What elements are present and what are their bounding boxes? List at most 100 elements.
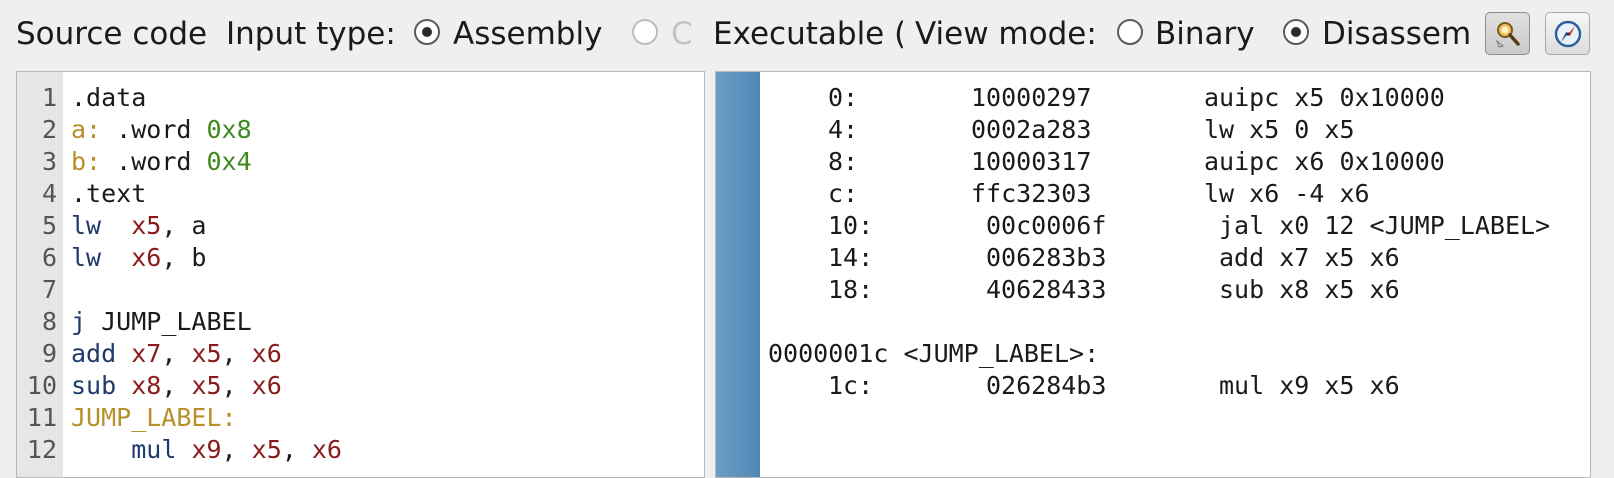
executable-label[interactable]: Executable ( <box>713 14 903 54</box>
code-token: JUMP_LABEL: <box>71 403 237 432</box>
code-token: x9 <box>191 435 222 464</box>
view-mode-label: View mode: <box>915 16 1097 52</box>
code-line-text: sub x8, x5, x6 <box>71 370 282 402</box>
machine-code: 0002a283 <box>971 115 1092 144</box>
toolbar: Source code Input type: Assembly C Execu… <box>0 0 1614 70</box>
address: 0: <box>828 83 859 112</box>
machine-code: 10000297 <box>971 83 1092 112</box>
code-line[interactable]: 7 <box>17 274 704 306</box>
code-token: , <box>161 339 192 368</box>
code-token: a: <box>71 115 102 144</box>
code-token: .word <box>101 115 207 144</box>
disassembly-radio-label[interactable]: Disassembly <box>1322 14 1474 54</box>
address: 4: <box>828 115 859 144</box>
code-line[interactable]: 6 lw x6, b <box>17 242 704 274</box>
code-token: , <box>281 435 312 464</box>
disassembly-row: 10: 00c0006f jal x0 12 <JUMP_LABEL> <box>768 210 1590 242</box>
disassembly-row: 8: 10000317 auipc x6 0x10000 <box>768 146 1590 178</box>
code-token: 0x8 <box>206 115 252 144</box>
address: 14: <box>828 243 874 272</box>
disassembly-spacer <box>768 306 1590 338</box>
line-number: 7 <box>41 275 57 304</box>
line-number: 6 <box>41 243 57 272</box>
code-token: x6 <box>251 371 282 400</box>
code-token: sub <box>71 371 117 400</box>
line-number: 8 <box>41 307 57 336</box>
code-line[interactable]: 3 b: .word 0x4 <box>17 146 704 178</box>
code-line[interactable]: 8 j JUMP_LABEL <box>17 306 704 338</box>
line-number: 4 <box>41 179 57 208</box>
line-number: 2 <box>41 115 57 144</box>
disassembly-listing: 0: 10000297 auipc x5 0x10000 4: 0002a283 lw x… <box>768 82 1590 402</box>
machine-code: 026284b3 <box>986 371 1107 400</box>
code-line[interactable]: 2 a: .word 0x8 <box>17 114 704 146</box>
machine-code: 00c0006f <box>986 211 1107 240</box>
source-code[interactable]: 1 .data 2 a: .word 0x8 3 b: .word 0x4 4 .text 5 l… <box>17 82 704 466</box>
address: 8: <box>828 147 859 176</box>
instruction: lw x5 0 x5 <box>1204 115 1355 144</box>
code-line-text: .text <box>71 178 146 210</box>
inspect-button[interactable] <box>1485 12 1530 55</box>
compass-icon <box>1554 20 1581 47</box>
code-token: , a <box>161 211 207 240</box>
instruction: mul x9 x5 x6 <box>1219 371 1400 400</box>
line-number: 5 <box>41 211 57 240</box>
binary-radio-label[interactable]: Binary <box>1155 14 1255 54</box>
code-token: x6 <box>131 243 162 272</box>
code-line-text: lw x6, b <box>71 242 206 274</box>
machine-code: 40628433 <box>986 275 1107 304</box>
assembly-radio-label[interactable]: Assembly <box>453 14 602 54</box>
machine-code: 006283b3 <box>986 243 1107 272</box>
code-line[interactable]: 9 add x7, x5, x6 <box>17 338 704 370</box>
disassembly-row: 0: 10000297 auipc x5 0x10000 <box>768 82 1590 114</box>
code-token: .word <box>101 147 207 176</box>
assembly-radio[interactable] <box>414 19 440 45</box>
code-token: j <box>71 307 87 336</box>
code-token: b: <box>71 147 102 176</box>
instruction: auipc x5 0x10000 <box>1204 83 1445 112</box>
code-line[interactable]: 4 .text <box>17 178 704 210</box>
address: c: <box>828 179 859 208</box>
code-token: mul <box>131 435 177 464</box>
line-number: 9 <box>41 339 57 368</box>
code-token: , <box>221 435 252 464</box>
code-line[interactable]: 10 sub x8, x5, x6 <box>17 370 704 402</box>
disassembly-label: 0000001c <JUMP_LABEL>: <box>768 338 1590 370</box>
c-radio-label: C <box>671 16 691 52</box>
line-number: 1 <box>41 83 57 112</box>
code-line[interactable]: 5 lw x5, a <box>17 210 704 242</box>
disassembly-view[interactable]: 0: 10000297 auipc x5 0x10000 4: 0002a283 lw x… <box>715 71 1591 478</box>
symbol-label: 0000001c <JUMP_LABEL>: <box>768 339 1100 368</box>
line-number: 3 <box>41 147 57 176</box>
code-token: x6 <box>251 339 282 368</box>
input-type-label: Input type: <box>226 16 396 52</box>
code-token: x5 <box>191 339 222 368</box>
code-token: x5 <box>251 435 282 464</box>
code-line-text: b: .word 0x4 <box>71 146 252 178</box>
code-token: lw <box>71 211 102 240</box>
disassembly-row: 1c: 026284b3 mul x9 x5 x6 <box>768 370 1590 402</box>
line-number: 11 <box>26 403 57 432</box>
compass-button[interactable] <box>1545 12 1590 55</box>
code-line[interactable]: 11 JUMP_LABEL: <box>17 402 704 434</box>
code-line[interactable]: 1 .data <box>17 82 704 114</box>
address: 10: <box>828 211 874 240</box>
code-line[interactable]: 12 mul x9, x5, x6 <box>17 434 704 466</box>
code-token: add <box>71 339 117 368</box>
binary-radio[interactable] <box>1117 19 1143 45</box>
code-line-text: .data <box>71 82 146 114</box>
address: 1c: <box>828 371 874 400</box>
source-editor[interactable]: 1 .data 2 a: .word 0x8 3 b: .word 0x4 4 .text 5 l… <box>16 71 705 478</box>
code-line-text: mul x9, x5, x6 <box>71 434 342 466</box>
code-line-text: j JUMP_LABEL <box>71 306 252 338</box>
source-code-label: Source code <box>16 16 208 52</box>
code-token: x5 <box>191 371 222 400</box>
inspect-icon <box>1495 21 1520 48</box>
code-token: lw <box>71 243 102 272</box>
disassembly-radio[interactable] <box>1283 19 1309 45</box>
